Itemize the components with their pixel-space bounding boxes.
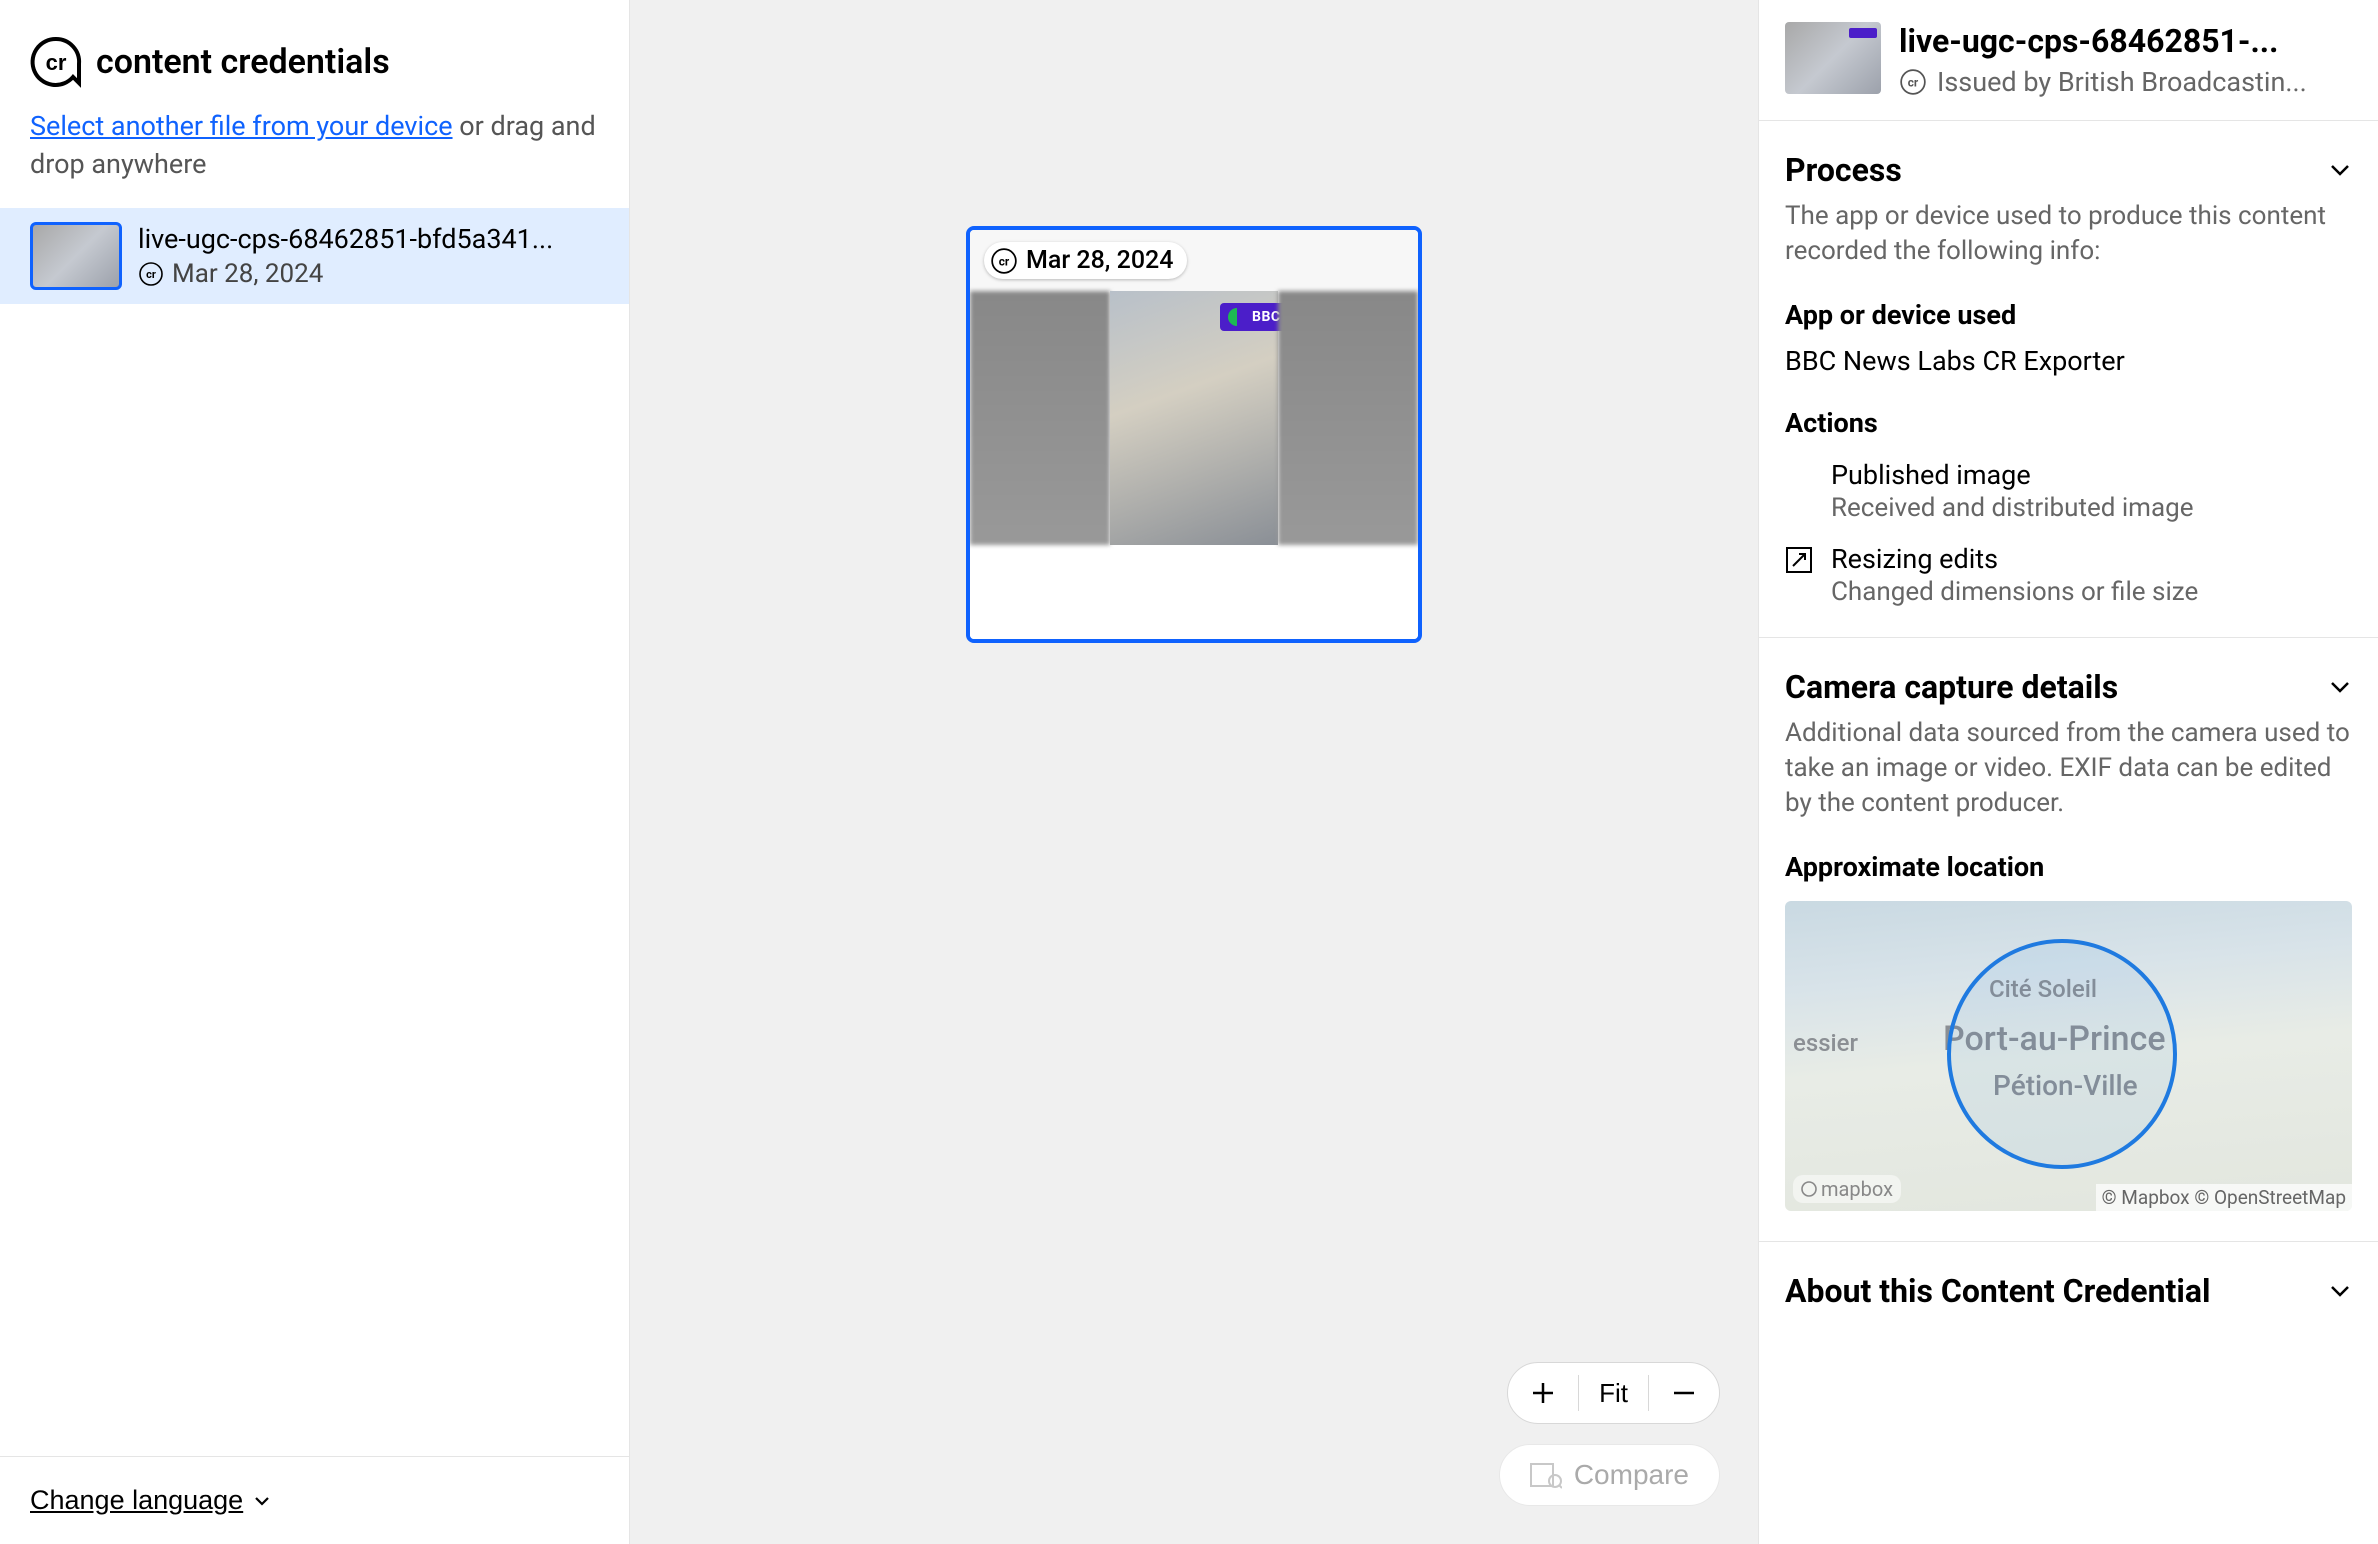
zoom-controls: Fit [1507, 1362, 1720, 1424]
chevron-down-icon [2328, 675, 2352, 699]
map-label: essier [1793, 1029, 1858, 1057]
verify-dot-icon [1228, 308, 1246, 326]
file-list: live-ugc-cps-68462851-bfd5a341... cr Mar… [0, 208, 629, 304]
panel-thumbnail [1785, 22, 1881, 94]
svg-text:cr: cr [1908, 75, 1919, 89]
about-section: About this Content Credential [1759, 1242, 2378, 1340]
chevron-down-icon [253, 1492, 271, 1510]
zoom-out-button[interactable] [1649, 1363, 1719, 1423]
zoom-in-button[interactable] [1508, 1363, 1578, 1423]
select-file-link[interactable]: Select another file from your device [30, 110, 453, 142]
canvas: cr Mar 28, 2024 BBC VERIFY [630, 0, 1758, 1544]
file-name: live-ugc-cps-68462851-bfd5a341... [138, 223, 553, 255]
brand-name: content credentials [96, 42, 390, 82]
action-title: Published image [1831, 459, 2194, 491]
details-panel: live-ugc-cps-68462851-... cr Issued by B… [1758, 0, 2378, 1544]
plus-icon [1530, 1380, 1556, 1406]
action-sub: Received and distributed image [1831, 493, 2194, 523]
image-blur-left [970, 291, 1110, 545]
file-thumbnail [30, 222, 122, 290]
change-language-label: Change language [30, 1485, 243, 1516]
camera-header[interactable]: Camera capture details [1785, 668, 2352, 706]
image-blur-right [1278, 291, 1418, 545]
change-language-button[interactable]: Change language [30, 1485, 271, 1516]
location-map[interactable]: essier Cité Soleil Port-au-Prince Pétion… [1785, 901, 2352, 1211]
issued-by: Issued by British Broadcastin... [1937, 66, 2307, 98]
actions-label: Actions [1785, 407, 2352, 439]
asset-card[interactable]: cr Mar 28, 2024 BBC VERIFY [966, 226, 1422, 643]
image-center: BBC VERIFY [1110, 291, 1278, 545]
map-attribution: © Mapbox © OpenStreetMap [2096, 1184, 2352, 1211]
camera-section: Camera capture details Additional data s… [1759, 638, 2378, 1242]
app-used-value: BBC News Labs CR Exporter [1785, 345, 2352, 377]
action-item: Published image Received and distributed… [1785, 459, 2352, 523]
resize-icon [1785, 546, 1813, 574]
action-title: Resizing edits [1831, 543, 2198, 575]
cr-badge-icon: cr [138, 261, 164, 287]
svg-text:cr: cr [146, 268, 156, 281]
action-item: Resizing edits Changed dimensions or fil… [1785, 543, 2352, 607]
asset-date-badge: cr Mar 28, 2024 [984, 242, 1187, 279]
compare-button[interactable]: Compare [1499, 1444, 1720, 1506]
minus-icon [1671, 1380, 1697, 1406]
location-label: Approximate location [1785, 851, 2352, 883]
camera-title: Camera capture details [1785, 668, 2118, 706]
content-credentials-logo-icon: cr [30, 36, 82, 88]
cr-badge-icon: cr [1899, 68, 1927, 96]
canvas-viewport[interactable]: cr Mar 28, 2024 BBC VERIFY [630, 0, 1758, 1544]
cr-badge-icon: cr [990, 247, 1018, 275]
panel-header: live-ugc-cps-68462851-... cr Issued by B… [1759, 0, 2378, 121]
about-title: About this Content Credential [1785, 1272, 2210, 1310]
process-section: Process The app or device used to produc… [1759, 121, 2378, 638]
file-date: Mar 28, 2024 [172, 259, 323, 289]
compare-label: Compare [1574, 1459, 1689, 1491]
map-logo: mapbox [1793, 1175, 1901, 1203]
process-header[interactable]: Process [1785, 151, 2352, 189]
asset-header: cr Mar 28, 2024 [970, 230, 1418, 291]
svg-text:cr: cr [999, 254, 1010, 268]
chevron-down-icon [2328, 158, 2352, 182]
mapbox-icon [1801, 1181, 1817, 1197]
asset-footer-blank [970, 545, 1418, 639]
file-meta: live-ugc-cps-68462851-bfd5a341... cr Mar… [138, 223, 553, 289]
asset-date: Mar 28, 2024 [1026, 246, 1173, 275]
brand-row: cr content credentials [0, 0, 629, 108]
camera-desc: Additional data sourced from the camera … [1785, 716, 2352, 821]
sidebar-footer: Change language [0, 1456, 629, 1544]
map-radius-circle [1947, 939, 2177, 1169]
left-sidebar: cr content credentials Select another fi… [0, 0, 630, 1544]
file-item[interactable]: live-ugc-cps-68462851-bfd5a341... cr Mar… [0, 208, 629, 304]
svg-text:cr: cr [46, 50, 67, 75]
process-title: Process [1785, 151, 1902, 189]
app-used-label: App or device used [1785, 299, 2352, 331]
asset-image: BBC VERIFY [970, 291, 1418, 545]
action-sub: Changed dimensions or file size [1831, 577, 2198, 607]
process-desc: The app or device used to produce this c… [1785, 199, 2352, 269]
canvas-controls: Fit Compare [1499, 1362, 1720, 1506]
upload-instructions: Select another file from your device or … [0, 108, 629, 184]
panel-title: live-ugc-cps-68462851-... [1899, 22, 2352, 60]
about-header[interactable]: About this Content Credential [1785, 1272, 2352, 1310]
chevron-down-icon [2328, 1279, 2352, 1303]
compare-icon [1530, 1461, 1562, 1489]
zoom-fit-button[interactable]: Fit [1579, 1378, 1648, 1409]
